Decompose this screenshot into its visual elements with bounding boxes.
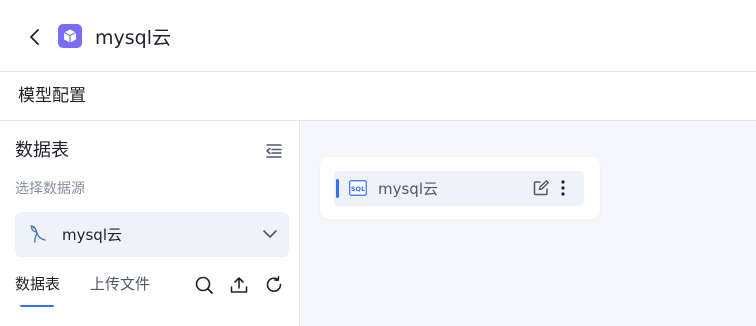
upload-button[interactable]: [229, 275, 249, 295]
data-source-label: 选择数据源: [15, 181, 85, 197]
collapse-menu-icon: [266, 144, 282, 158]
table-node[interactable]: SQL mysql云: [334, 171, 584, 206]
sub-header: 模型配置: [0, 72, 756, 121]
section-title: 模型配置: [18, 86, 86, 106]
search-button[interactable]: [194, 275, 214, 295]
model-canvas: SQL mysql云: [301, 121, 756, 326]
table-card: SQL mysql云: [320, 157, 600, 219]
refresh-icon: [266, 276, 282, 292]
tab-upload-files[interactable]: 上传文件: [90, 274, 150, 294]
svg-text:SQL: SQL: [351, 185, 365, 193]
top-bar: mysql云: [0, 0, 756, 72]
tab-tables[interactable]: 数据表: [15, 274, 60, 294]
chevron-left-icon: [30, 29, 39, 45]
page-title: mysql云: [95, 27, 171, 49]
selection-indicator: [336, 179, 339, 198]
refresh-button[interactable]: [264, 275, 284, 295]
app-logo: [58, 24, 82, 48]
sidebar-title: 数据表: [15, 140, 69, 161]
cube-icon: [63, 29, 77, 43]
back-button[interactable]: [24, 25, 46, 49]
collapse-sidebar-button[interactable]: [264, 141, 284, 161]
table-name: mysql云: [378, 180, 438, 198]
data-source-select[interactable]: mysql云: [15, 212, 289, 257]
active-tab-indicator: [20, 305, 54, 307]
upload-icon: [230, 277, 248, 293]
sidebar: 数据表 选择数据源 mysql云 数据表 上传文件: [0, 121, 300, 326]
more-options-icon[interactable]: [556, 179, 570, 197]
data-source-value: mysql云: [62, 226, 122, 244]
chevron-down-icon: [263, 230, 277, 238]
mysql-dolphin-icon: [30, 225, 46, 243]
sql-file-icon: SQL: [349, 180, 367, 196]
edit-icon[interactable]: [532, 179, 550, 197]
search-icon: [195, 276, 213, 294]
